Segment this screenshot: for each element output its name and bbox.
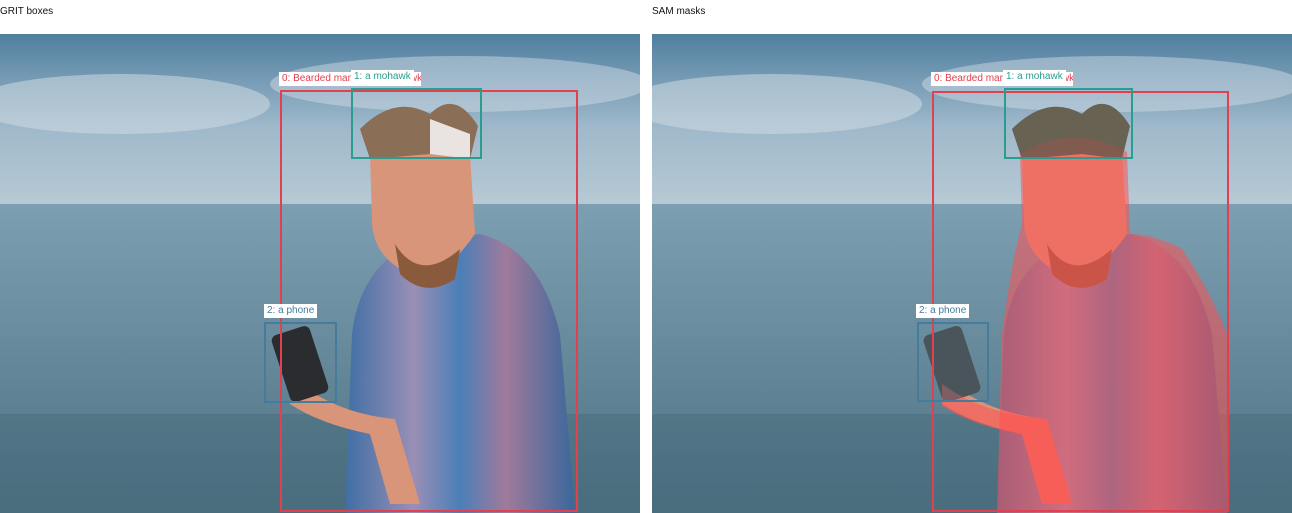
bbox-1 (351, 88, 482, 159)
panel-title-sam: SAM masks (652, 6, 706, 17)
bbox-label-1: 1: a mohawk (351, 70, 414, 84)
bbox-2 (264, 322, 337, 403)
bbox-label-2: 2: a phone (264, 304, 318, 318)
bbox-1-sam (1004, 88, 1133, 159)
panel-title-grit: GRIT boxes (0, 6, 54, 17)
bbox-label-1-sam: 1: a mohawk (1003, 70, 1066, 84)
bbox-label-2-sam: 2: a phone (916, 304, 970, 318)
bbox-2-sam (917, 322, 989, 402)
